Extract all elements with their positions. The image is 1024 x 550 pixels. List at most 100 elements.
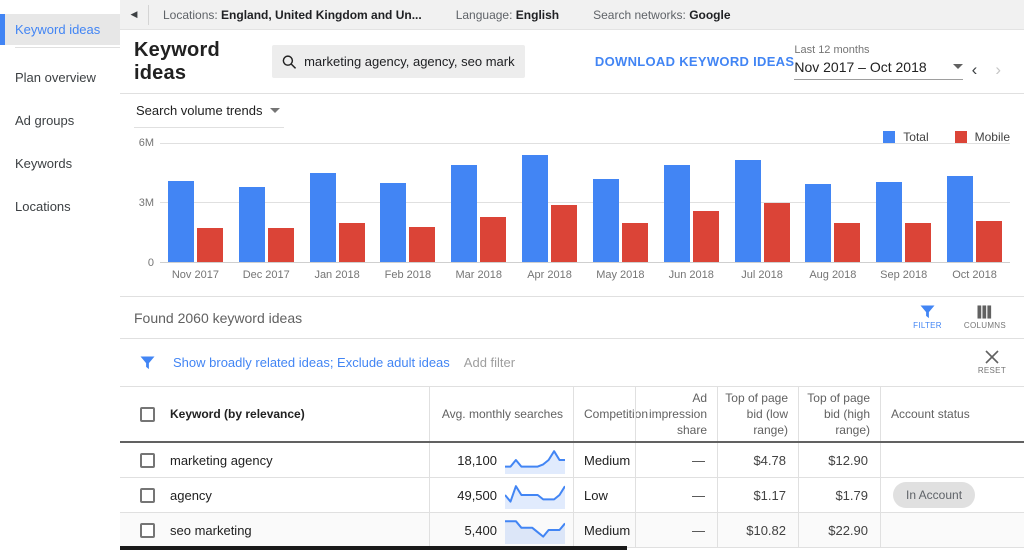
sidebar-item-plan-overview[interactable]: Plan overview [0,62,120,93]
bar-total [947,176,974,262]
y-tick-label: 6M [138,137,154,149]
column-header-ad-impression-share: Ad impression share [635,387,717,441]
filter-button[interactable]: FILTER [913,305,942,330]
x-tick-label: Jun 2018 [668,269,714,281]
column-header-competition: Competition [573,387,648,441]
chart-bar-group-may-2018 [585,143,656,262]
reset-filters-button[interactable]: RESET [978,350,1006,375]
select-all-checkbox[interactable] [140,406,155,422]
add-filter-button[interactable]: Add filter [464,355,515,370]
x-tick-label: Apr 2018 [527,269,572,281]
chart-bar-group-oct-2018 [939,143,1010,262]
column-header-keyword: Keyword (by relevance) [170,407,305,421]
top-bid-high-cell: $22.90 [798,513,880,547]
language-setting[interactable]: Language: English [456,8,559,22]
columns-icon [977,305,992,319]
bar-mobile [409,227,436,262]
sidebar-item-keyword-ideas[interactable]: Keyword ideas [0,14,120,45]
sidebar-item-keywords[interactable]: Keywords [0,148,120,179]
bar-total [805,184,832,262]
sidebar: Keyword ideas Plan overview Ad groups Keywo… [0,0,120,550]
column-header-top-bid-low: Top of page bid (low range) [717,387,798,441]
previous-period-button[interactable]: ‹ [963,61,987,78]
filter-funnel-icon [920,305,935,319]
keyword-ideas-table: Keyword (by relevance) Avg. monthly sear… [120,386,1024,548]
legend-swatch-icon [883,130,896,143]
bar-mobile [551,205,578,262]
bar-mobile [338,223,365,262]
bar-total [451,165,478,262]
trends-dropdown-label: Search volume trends [136,102,263,118]
reset-button-label: RESET [977,366,1006,375]
chart-bar-group-dec-2017 [231,143,302,262]
chart-bar-group-sep-2018 [868,143,939,262]
bar-mobile [196,228,223,262]
chart-bar-group-mar-2018 [443,143,514,262]
keyword-search-box[interactable] [271,45,525,78]
chart-x-axis: Nov 2017 Dec 2017 Jan 2018 Feb 2018 Mar 2018… [160,263,1010,281]
bar-total [876,182,903,262]
bar-mobile [905,223,932,262]
x-tick-label: Jan 2018 [314,269,360,281]
keyword-search-input[interactable] [304,54,515,69]
locations-setting[interactable]: Locations: England, United Kingdom and U… [163,8,422,22]
keyword-text: agency [170,487,212,503]
networks-setting[interactable]: Search networks: Google [593,8,730,22]
top-bid-low-cell: $1.17 [717,478,798,512]
next-period-button[interactable]: › [986,61,1010,78]
language-label: Language: [455,7,513,22]
legend-item-total: Total [883,130,929,144]
locations-label: Locations: [163,7,218,22]
collapse-panel-icon[interactable]: ◀ [120,9,148,20]
language-value: English [515,7,560,22]
bar-mobile [976,221,1003,262]
download-keyword-ideas-button[interactable]: DOWNLOAD KEYWORD IDEAS [595,54,794,69]
in-account-badge: In Account [893,482,976,508]
date-range-dropdown[interactable]: Nov 2017 – Oct 2018 [794,58,963,80]
bar-total [167,181,194,262]
sidebar-item-locations[interactable]: Locations [0,191,120,222]
table-body: marketing agency 18,100 Medium — $4.78 $12.90… [120,443,1024,548]
applied-filters-link[interactable]: Show broadly related ideas; Exclude adul… [173,355,450,370]
search-volume-trends-dropdown[interactable]: Search volume trends [134,97,285,128]
date-range-control: Last 12 months Nov 2017 – Oct 2018 ‹ › [794,44,1010,80]
legend-swatch-icon [954,130,967,143]
avg-monthly-searches-cell: 5,400 [429,513,573,547]
row-checkbox[interactable] [140,452,155,468]
row-checkbox[interactable] [140,487,155,503]
keyword-cell: seo marketing [120,513,429,547]
bar-mobile [692,211,719,262]
page-title: Keyword ideas [134,38,220,84]
column-header-avg-monthly-searches: Avg. monthly searches [429,387,573,441]
x-tick-label: Nov 2017 [171,269,219,281]
chart-bars [160,143,1010,262]
trend-sparkline-icon [505,485,565,509]
bar-total [592,179,619,262]
avg-monthly-searches-cell: 18,100 [429,443,573,477]
columns-button[interactable]: COLUMNS [964,305,1006,330]
avg-searches-value: 18,100 [457,452,497,468]
legend-label: Mobile [974,129,1010,144]
table-row: agency 49,500 Low — $1.17 $1.79 In Account [120,478,1024,513]
account-status-cell [880,443,1024,477]
filter-bar: Show broadly related ideas; Exclude adul… [120,339,1024,386]
chart-bar-group-jan-2018 [302,143,373,262]
date-range-value: Nov 2017 – Oct 2018 [794,58,927,75]
search-volume-chart: Total Mobile 6M 3M 0 Nov 2017 Dec 2017 Jan 20… [134,130,1010,281]
keyword-cell: marketing agency [120,443,429,477]
filter-button-label: FILTER [913,321,942,330]
trend-sparkline-icon [505,450,565,474]
search-icon [282,54,296,69]
competition-cell: Medium [573,513,635,547]
competition-cell: Low [573,478,635,512]
competition-cell: Medium [573,443,635,477]
x-tick-label: Mar 2018 [455,269,502,281]
sidebar-item-ad-groups[interactable]: Ad groups [0,105,120,136]
chart-bar-group-aug-2018 [797,143,868,262]
filter-funnel-icon [140,355,155,369]
ad-impression-share-cell: — [635,478,717,512]
x-tick-label: Jul 2018 [741,269,783,281]
x-tick-label: Feb 2018 [384,269,432,281]
row-checkbox[interactable] [140,522,155,538]
legend-item-mobile: Mobile [954,129,1010,144]
